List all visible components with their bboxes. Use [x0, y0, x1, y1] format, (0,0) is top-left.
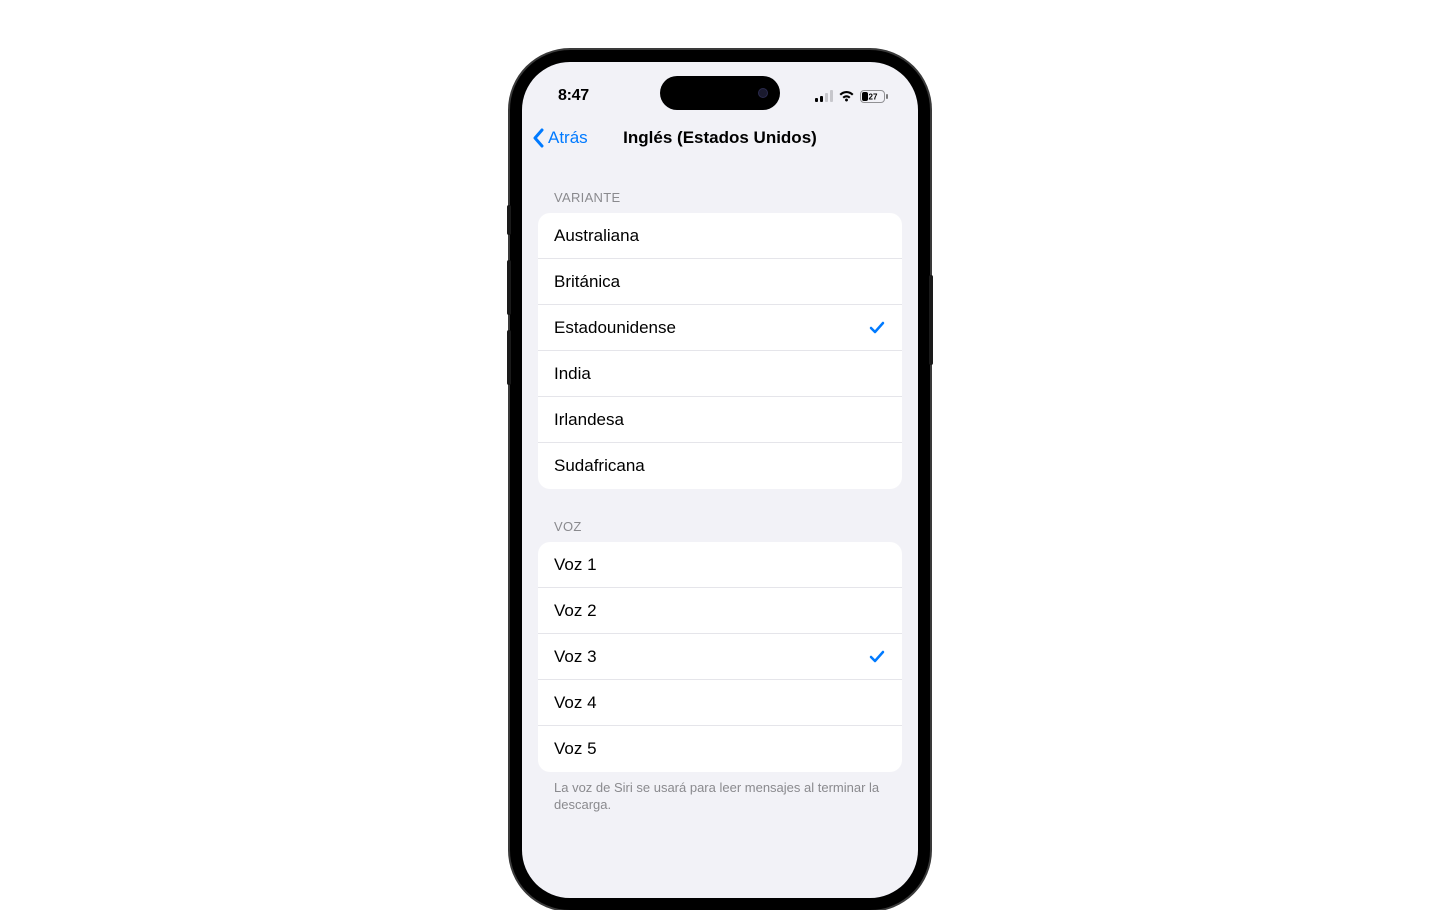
wifi-icon	[838, 90, 855, 102]
back-label: Atrás	[548, 128, 588, 148]
back-button[interactable]: Atrás	[532, 128, 588, 148]
voice-section-footer: La voz de Siri se usará para leer mensaj…	[538, 772, 902, 822]
list-item-label: Voz 5	[554, 739, 597, 759]
voice-list: Voz 1 Voz 2 Voz 3 Voz 4 Voz 5	[538, 542, 902, 772]
list-item-label: Australiana	[554, 226, 639, 246]
variant-list: Australiana Británica Estadounidense Ind…	[538, 213, 902, 489]
svg-text:27: 27	[869, 92, 878, 101]
silence-switch	[507, 205, 511, 235]
variant-row-american[interactable]: Estadounidense	[538, 305, 902, 351]
checkmark-icon	[868, 319, 886, 337]
volume-down-button	[507, 330, 511, 385]
list-item-label: Voz 4	[554, 693, 597, 713]
list-item-label: Sudafricana	[554, 456, 645, 476]
voice-row-1[interactable]: Voz 1	[538, 542, 902, 588]
variant-row-irish[interactable]: Irlandesa	[538, 397, 902, 443]
variant-section-header: VARIANTE	[538, 160, 902, 213]
volume-up-button	[507, 260, 511, 315]
battery-icon: 27	[860, 90, 888, 103]
list-item-label: Voz 1	[554, 555, 597, 575]
list-item-label: Voz 3	[554, 647, 597, 667]
list-item-label: Irlandesa	[554, 410, 624, 430]
variant-row-southafrican[interactable]: Sudafricana	[538, 443, 902, 489]
list-item-label: India	[554, 364, 591, 384]
power-button	[929, 275, 933, 365]
voice-row-3[interactable]: Voz 3	[538, 634, 902, 680]
chevron-left-icon	[532, 128, 544, 148]
voice-section-header: VOZ	[538, 489, 902, 542]
dynamic-island	[660, 76, 780, 110]
content: VARIANTE Australiana Británica Estadouni…	[522, 160, 918, 822]
nav-bar: Atrás Inglés (Estados Unidos)	[522, 116, 918, 160]
phone-frame: 8:47 27 Atrás Inglés (Estados Unidos) VA…	[510, 50, 930, 910]
list-item-label: Británica	[554, 272, 620, 292]
status-time: 8:47	[558, 87, 589, 105]
voice-row-4[interactable]: Voz 4	[538, 680, 902, 726]
screen: 8:47 27 Atrás Inglés (Estados Unidos) VA…	[522, 62, 918, 898]
variant-row-british[interactable]: Británica	[538, 259, 902, 305]
voice-row-5[interactable]: Voz 5	[538, 726, 902, 772]
status-icons: 27	[815, 90, 888, 103]
nav-title: Inglés (Estados Unidos)	[623, 128, 817, 148]
cellular-icon	[815, 90, 833, 102]
checkmark-icon	[868, 648, 886, 666]
front-camera	[758, 88, 768, 98]
variant-row-india[interactable]: India	[538, 351, 902, 397]
voice-row-2[interactable]: Voz 2	[538, 588, 902, 634]
list-item-label: Voz 2	[554, 601, 597, 621]
list-item-label: Estadounidense	[554, 318, 676, 338]
variant-row-australian[interactable]: Australiana	[538, 213, 902, 259]
